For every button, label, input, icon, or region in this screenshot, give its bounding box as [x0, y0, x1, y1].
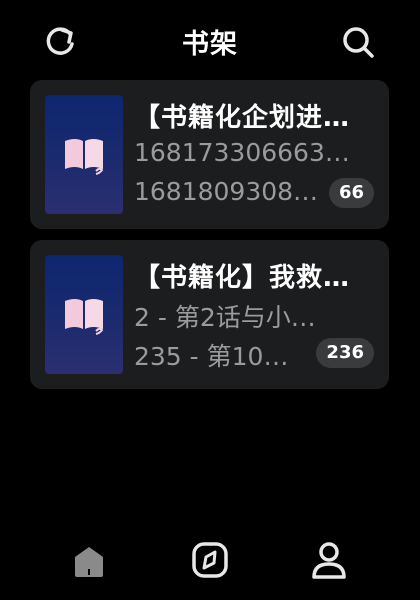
read-chapter: 2 - 第2话与小…: [134, 303, 316, 332]
user-icon: [312, 542, 346, 579]
compass-icon: [192, 542, 228, 578]
book-card[interactable]: 【书籍化企划进… 168173306663… 1681809308… 66: [30, 80, 389, 229]
bookshelf-screen: 书架 【书籍化企划进… 168173306663… 1681809308… 66: [0, 0, 420, 600]
book-icon: [65, 139, 104, 175]
latest-chapter: 1681809308…: [134, 177, 319, 206]
unread-count-badge: 66: [328, 178, 374, 208]
bottom-navigation: [0, 535, 420, 585]
top-bar: 书架: [0, 0, 420, 80]
book-cover: [45, 255, 123, 374]
nav-profile[interactable]: [308, 539, 350, 581]
book-icon: [65, 299, 104, 335]
nav-bookshelf[interactable]: [68, 539, 110, 581]
shelf-icon: [75, 547, 103, 577]
unread-count-badge: 236: [316, 338, 374, 368]
book-card[interactable]: 【书籍化】我救… 2 - 第2话与小… 235 - 第10… 236: [30, 240, 389, 389]
read-chapter: 168173306663…: [134, 138, 350, 167]
book-title: 【书籍化】我救…: [134, 263, 351, 293]
book-cover: [45, 95, 123, 214]
search-button[interactable]: [338, 22, 378, 62]
search-icon: [343, 27, 374, 58]
book-title: 【书籍化企划进…: [134, 103, 351, 133]
nav-discover[interactable]: [189, 539, 231, 581]
latest-chapter: 235 - 第10…: [134, 342, 289, 371]
